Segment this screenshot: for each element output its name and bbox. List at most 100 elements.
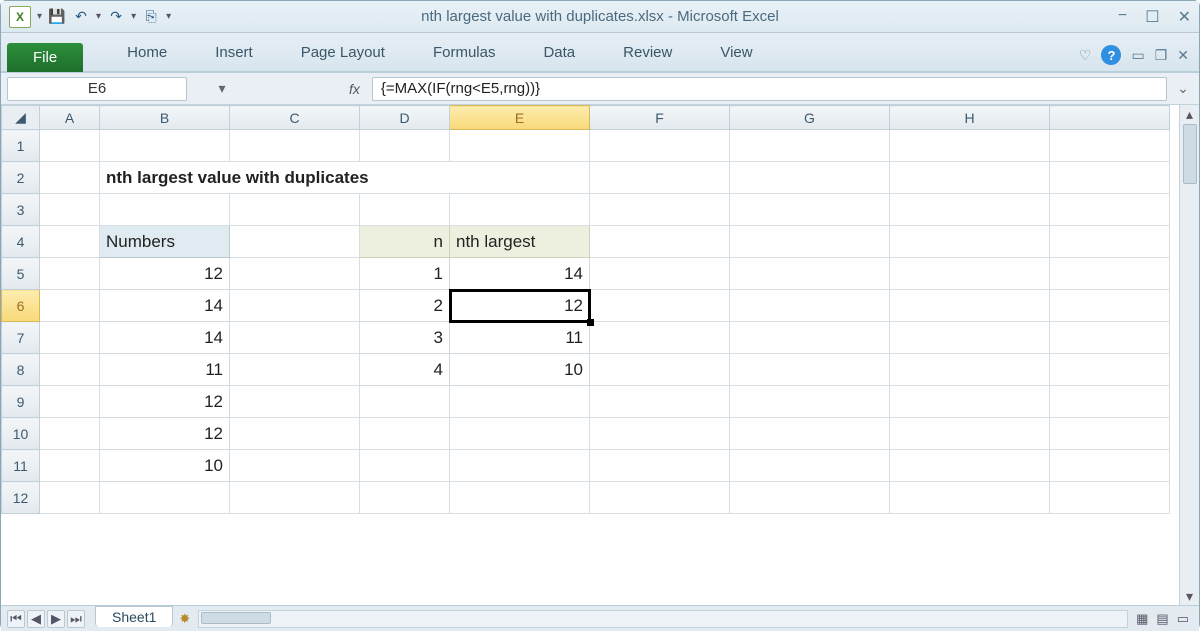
excel-logo-icon[interactable]: X [9, 6, 31, 28]
cell-D6[interactable]: 2 [360, 290, 450, 322]
cell-F6[interactable] [590, 290, 730, 322]
col-header-D[interactable]: D [360, 106, 450, 130]
cell-H4[interactable] [890, 226, 1050, 258]
cell-A5[interactable] [40, 258, 100, 290]
vscroll-thumb[interactable] [1183, 124, 1197, 184]
name-box-dropdown-icon[interactable]: ▾ [213, 80, 231, 97]
cell-C1[interactable] [230, 130, 360, 162]
cell-C4[interactable] [230, 226, 360, 258]
cell-G5[interactable] [730, 258, 890, 290]
file-tab[interactable]: File [7, 43, 83, 72]
cell-D10[interactable] [360, 418, 450, 450]
cell-E10[interactable] [450, 418, 590, 450]
cell-G10[interactable] [730, 418, 890, 450]
ribbon-minimize-icon[interactable]: ♡ [1079, 47, 1092, 64]
cell-E9[interactable] [450, 386, 590, 418]
cell-B8[interactable]: 11 [100, 354, 230, 386]
cell-G9[interactable] [730, 386, 890, 418]
cell-G6[interactable] [730, 290, 890, 322]
tab-home[interactable]: Home [103, 36, 191, 71]
name-box[interactable]: E6 [7, 77, 187, 101]
cell-B5[interactable]: 12 [100, 258, 230, 290]
cell-B6[interactable]: 14 [100, 290, 230, 322]
cell-I9[interactable] [1050, 386, 1170, 418]
cell-A3[interactable] [40, 194, 100, 226]
cell-F8[interactable] [590, 354, 730, 386]
cell-F10[interactable] [590, 418, 730, 450]
hscroll-thumb[interactable] [201, 612, 271, 624]
cell-G7[interactable] [730, 322, 890, 354]
cell-E11[interactable] [450, 450, 590, 482]
cell-A1[interactable] [40, 130, 100, 162]
row-header-11[interactable]: 11 [2, 450, 40, 482]
cell-C6[interactable] [230, 290, 360, 322]
row-header-12[interactable]: 12 [2, 482, 40, 514]
cell-D3[interactable] [360, 194, 450, 226]
cell-B9[interactable]: 12 [100, 386, 230, 418]
doc-minimize-icon[interactable]: ▭ [1131, 47, 1144, 64]
row-header-8[interactable]: 8 [2, 354, 40, 386]
tab-view[interactable]: View [696, 36, 776, 71]
cell-H2[interactable] [890, 162, 1050, 194]
cell-E12[interactable] [450, 482, 590, 514]
cell-E4-nth-header[interactable]: nth largest [450, 226, 590, 258]
cell-I11[interactable] [1050, 450, 1170, 482]
cell-G12[interactable] [730, 482, 890, 514]
tab-data[interactable]: Data [519, 36, 599, 71]
cell-H5[interactable] [890, 258, 1050, 290]
row-header-7[interactable]: 7 [2, 322, 40, 354]
cell-B1[interactable] [100, 130, 230, 162]
maximize-button[interactable]: ☐ [1145, 7, 1159, 27]
row-header-4[interactable]: 4 [2, 226, 40, 258]
cell-F3[interactable] [590, 194, 730, 226]
customize-icon[interactable]: ⎘ [142, 8, 160, 26]
cell-B11[interactable]: 10 [100, 450, 230, 482]
scroll-down-icon[interactable]: ▾ [1180, 587, 1199, 605]
cell-H6[interactable] [890, 290, 1050, 322]
formula-input[interactable]: {=MAX(IF(rng<E5,rng))} [372, 77, 1167, 101]
cell-C5[interactable] [230, 258, 360, 290]
cell-F4[interactable] [590, 226, 730, 258]
row-header-5[interactable]: 5 [2, 258, 40, 290]
row-header-6[interactable]: 6 [2, 290, 40, 322]
col-header-C[interactable]: C [230, 106, 360, 130]
undo-icon[interactable]: ↶ [72, 8, 90, 26]
tab-review[interactable]: Review [599, 36, 696, 71]
cell-D9[interactable] [360, 386, 450, 418]
cell-G11[interactable] [730, 450, 890, 482]
cell-F5[interactable] [590, 258, 730, 290]
row-header-9[interactable]: 9 [2, 386, 40, 418]
horizontal-scrollbar[interactable] [198, 610, 1128, 628]
cell-D11[interactable] [360, 450, 450, 482]
cell-D12[interactable] [360, 482, 450, 514]
cell-H3[interactable] [890, 194, 1050, 226]
cell-C11[interactable] [230, 450, 360, 482]
cell-D8[interactable]: 4 [360, 354, 450, 386]
cell-F11[interactable] [590, 450, 730, 482]
sheet-nav-next-icon[interactable]: ▶ [47, 610, 65, 628]
cell-A4[interactable] [40, 226, 100, 258]
cell-B7[interactable]: 14 [100, 322, 230, 354]
view-normal-icon[interactable]: ▦ [1136, 611, 1148, 627]
col-header-A[interactable]: A [40, 106, 100, 130]
cell-I8[interactable] [1050, 354, 1170, 386]
cell-G1[interactable] [730, 130, 890, 162]
cell-E6-selected[interactable]: 12 [450, 290, 590, 322]
cell-E7[interactable]: 11 [450, 322, 590, 354]
cell-B3[interactable] [100, 194, 230, 226]
tab-insert[interactable]: Insert [191, 36, 277, 71]
col-header-B[interactable]: B [100, 106, 230, 130]
cell-B12[interactable] [100, 482, 230, 514]
cell-C8[interactable] [230, 354, 360, 386]
cell-B10[interactable]: 12 [100, 418, 230, 450]
cell-I6[interactable] [1050, 290, 1170, 322]
cell-F2[interactable] [590, 162, 730, 194]
cell-I5[interactable] [1050, 258, 1170, 290]
row-header-3[interactable]: 3 [2, 194, 40, 226]
cell-E8[interactable]: 10 [450, 354, 590, 386]
cell-H11[interactable] [890, 450, 1050, 482]
cell-I4[interactable] [1050, 226, 1170, 258]
redo-icon[interactable]: ↷ [107, 8, 125, 26]
cell-H8[interactable] [890, 354, 1050, 386]
sheet-nav-first-icon[interactable]: ⏮ [7, 610, 25, 628]
